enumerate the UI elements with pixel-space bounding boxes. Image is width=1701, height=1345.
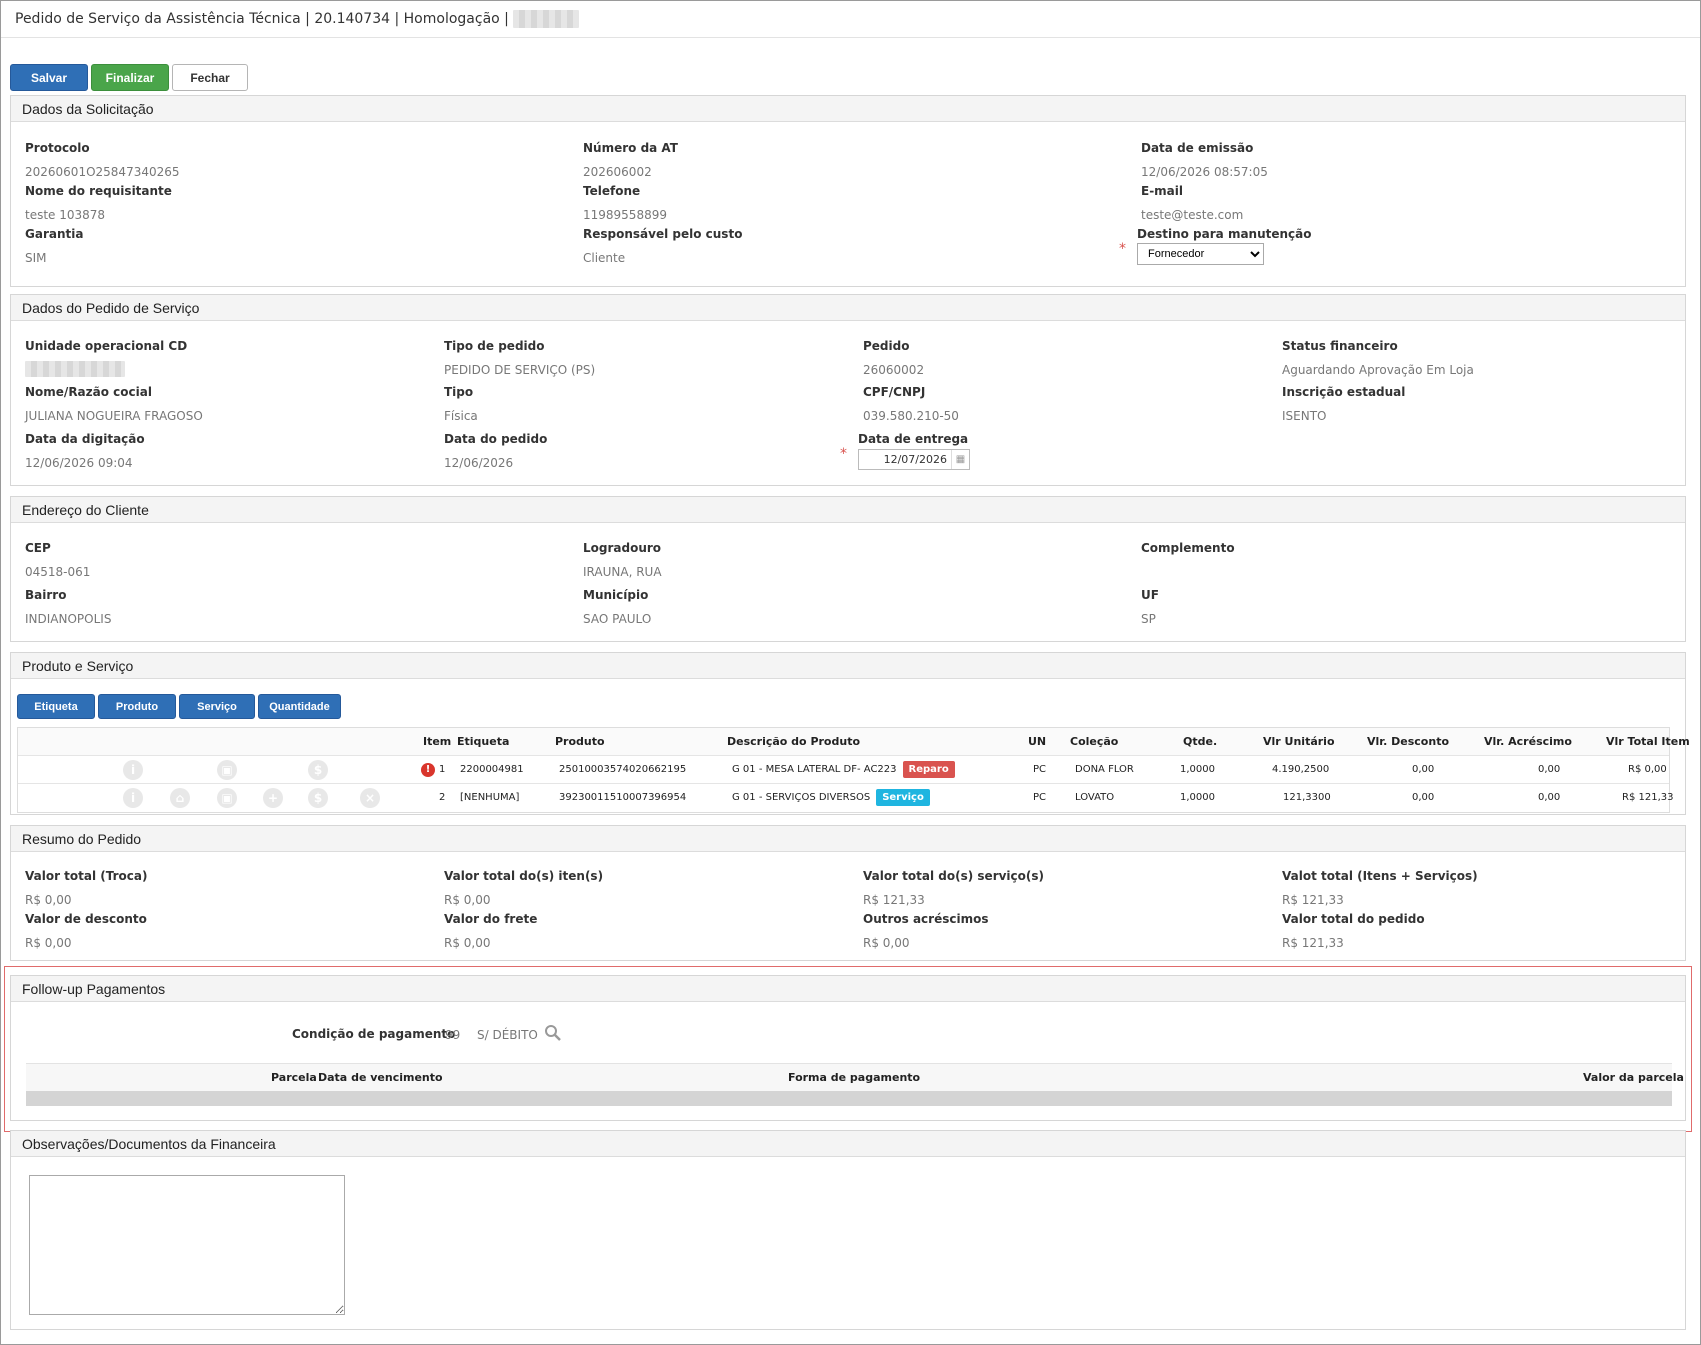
dollar-icon[interactable]: $ [308, 788, 328, 808]
numero-at-field: Número da AT 202606002 [583, 141, 678, 179]
produtos-table: Item Etiqueta Produto Descrição do Produ… [17, 727, 1690, 813]
followup-title: Follow-up Pagamentos [11, 976, 1685, 1002]
ie-field: Inscrição estadual ISENTO [1282, 385, 1406, 423]
endereco-panel: Endereço do Cliente CEP 04518-061 Lograd… [10, 496, 1686, 642]
pedido-panel: Dados do Pedido de Serviço Unidade opera… [10, 294, 1686, 486]
finish-button[interactable]: Finalizar [91, 64, 169, 91]
toolbar: Salvar Finalizar Fechar [10, 64, 248, 91]
box-icon[interactable]: ▣ [217, 760, 237, 780]
destino-field: Destino para manutenção [1137, 227, 1312, 241]
protocolo-field: Protocolo 20260601O25847340265 [25, 141, 180, 179]
table-row: i ⌂ ▣ + $ × 2 [NENHUMA] 3923001151000739… [18, 784, 1673, 812]
resumo-panel: Resumo do Pedido Valor total (Troca) R$ … [10, 825, 1686, 961]
remove-icon[interactable]: × [360, 788, 380, 808]
tipo-field: Tipo Física [444, 385, 478, 423]
observacoes-title: Observações/Documentos da Financeira [11, 1131, 1685, 1157]
produtos-panel: Produto e Serviço Etiqueta Produto Servi… [10, 652, 1690, 815]
produto-button[interactable]: Produto [98, 694, 176, 719]
table-header: Item Etiqueta Produto Descrição do Produ… [18, 728, 1690, 756]
produtos-title: Produto e Serviço [11, 653, 1685, 679]
empty-row [26, 1091, 1672, 1106]
save-button[interactable]: Salvar [10, 64, 88, 91]
solicitacao-title: Dados da Solicitação [11, 96, 1685, 122]
plus-icon[interactable]: + [263, 788, 283, 808]
logradouro-field: Logradouro IRAUNA, RUA [583, 541, 662, 579]
home-icon[interactable]: ⌂ [170, 788, 190, 808]
window-title: Pedido de Serviço da Assistência Técnica… [15, 11, 509, 27]
info-icon[interactable]: i [123, 760, 143, 780]
servicos-field: Valor total do(s) serviço(s) R$ 121,33 [863, 869, 1045, 907]
produtos-button-bar: Etiqueta Produto Serviço Quantidade [17, 694, 341, 719]
total-field: Valor total do pedido R$ 121,33 [1282, 912, 1425, 950]
responsavel-field: Responsável pelo custo Cliente [583, 227, 743, 265]
acrescimos-field: Outros acréscimos R$ 0,00 [863, 912, 989, 950]
servico-button[interactable]: Serviço [179, 694, 255, 719]
endereco-title: Endereço do Cliente [11, 497, 1685, 523]
parcelas-table: Parcela Data de vencimento Forma de paga… [26, 1063, 1684, 1108]
unidade-field: Unidade operacional CD [25, 339, 187, 380]
solicitacao-panel: Dados da Solicitação Protocolo 20260601O… [10, 95, 1686, 287]
table-row: i ▣ $ ! 1 2200004981 2501000357402066219… [18, 756, 1669, 784]
status-badge: Reparo [902, 761, 955, 778]
condicao-code: 99 [445, 1028, 461, 1042]
followup-panel: Follow-up Pagamentos Condição de pagamen… [10, 975, 1686, 1121]
status-badge: Serviço [876, 789, 930, 806]
tipo-pedido-field: Tipo de pedido PEDIDO DE SERVIÇO (PS) [444, 339, 596, 377]
uf-field: UF SP [1141, 588, 1159, 626]
redacted-environment [512, 10, 579, 28]
digitacao-field: Data da digitação 12/06/2026 09:04 [25, 432, 145, 470]
email-field: E-mail teste@teste.com [1141, 184, 1244, 222]
pedido-title: Dados do Pedido de Serviço [11, 295, 1685, 321]
quantidade-button[interactable]: Quantidade [258, 694, 341, 719]
pedido-field: Pedido 26060002 [863, 339, 925, 377]
condicao-label: Condição de pagamento [292, 1027, 456, 1041]
resumo-title: Resumo do Pedido [11, 826, 1685, 852]
observacoes-textarea[interactable] [29, 1175, 345, 1315]
nome-field: Nome/Razão cocial JULIANA NOGUEIRA FRAGO… [25, 385, 203, 423]
entrega-date-input[interactable]: 12/07/2026 ▦ [858, 449, 970, 470]
troca-field: Valor total (Troca) R$ 0,00 [25, 869, 148, 907]
required-marker: * [840, 446, 847, 462]
cep-field: CEP 04518-061 [25, 541, 91, 579]
status-financeiro-field: Status financeiro Aguardando Aprovação E… [1282, 339, 1474, 377]
calendar-icon[interactable]: ▦ [951, 450, 969, 469]
dollar-icon[interactable]: $ [308, 760, 328, 780]
condicao-desc: S/ DÉBITO [477, 1028, 538, 1042]
itens-servicos-field: Valot total (Itens + Serviços) R$ 121,33 [1282, 869, 1478, 907]
observacoes-panel: Observações/Documentos da Financeira [10, 1130, 1686, 1330]
search-icon[interactable] [544, 1024, 564, 1044]
table-header: Parcela Data de vencimento Forma de paga… [26, 1063, 1684, 1091]
data-emissao-field: Data de emissão 12/06/2026 08:57:05 [1141, 141, 1268, 179]
frete-field: Valor do frete R$ 0,00 [444, 912, 538, 950]
garantia-field: Garantia SIM [25, 227, 84, 265]
bairro-field: Bairro INDIANOPOLIS [25, 588, 112, 626]
desconto-field: Valor de desconto R$ 0,00 [25, 912, 147, 950]
entrega-field: Data de entrega [858, 432, 969, 446]
redacted-unidade [25, 361, 125, 377]
destino-select[interactable]: Fornecedor [1137, 243, 1264, 265]
box-icon[interactable]: ▣ [217, 788, 237, 808]
cpf-field: CPF/CNPJ 039.580.210-50 [863, 385, 959, 423]
municipio-field: Município SAO PAULO [583, 588, 652, 626]
data-pedido-field: Data do pedido 12/06/2026 [444, 432, 548, 470]
required-marker: * [1119, 241, 1126, 257]
requisitante-field: Nome do requisitante teste 103878 [25, 184, 172, 222]
alert-icon: ! [421, 763, 435, 777]
etiqueta-button[interactable]: Etiqueta [17, 694, 95, 719]
window-title-bar: Pedido de Serviço da Assistência Técnica… [1, 1, 1700, 38]
itens-field: Valor total do(s) iten(s) R$ 0,00 [444, 869, 604, 907]
info-icon[interactable]: i [123, 788, 143, 808]
close-button[interactable]: Fechar [172, 64, 248, 91]
complemento-field: Complemento [1141, 541, 1235, 555]
telefone-field: Telefone 11989558899 [583, 184, 667, 222]
